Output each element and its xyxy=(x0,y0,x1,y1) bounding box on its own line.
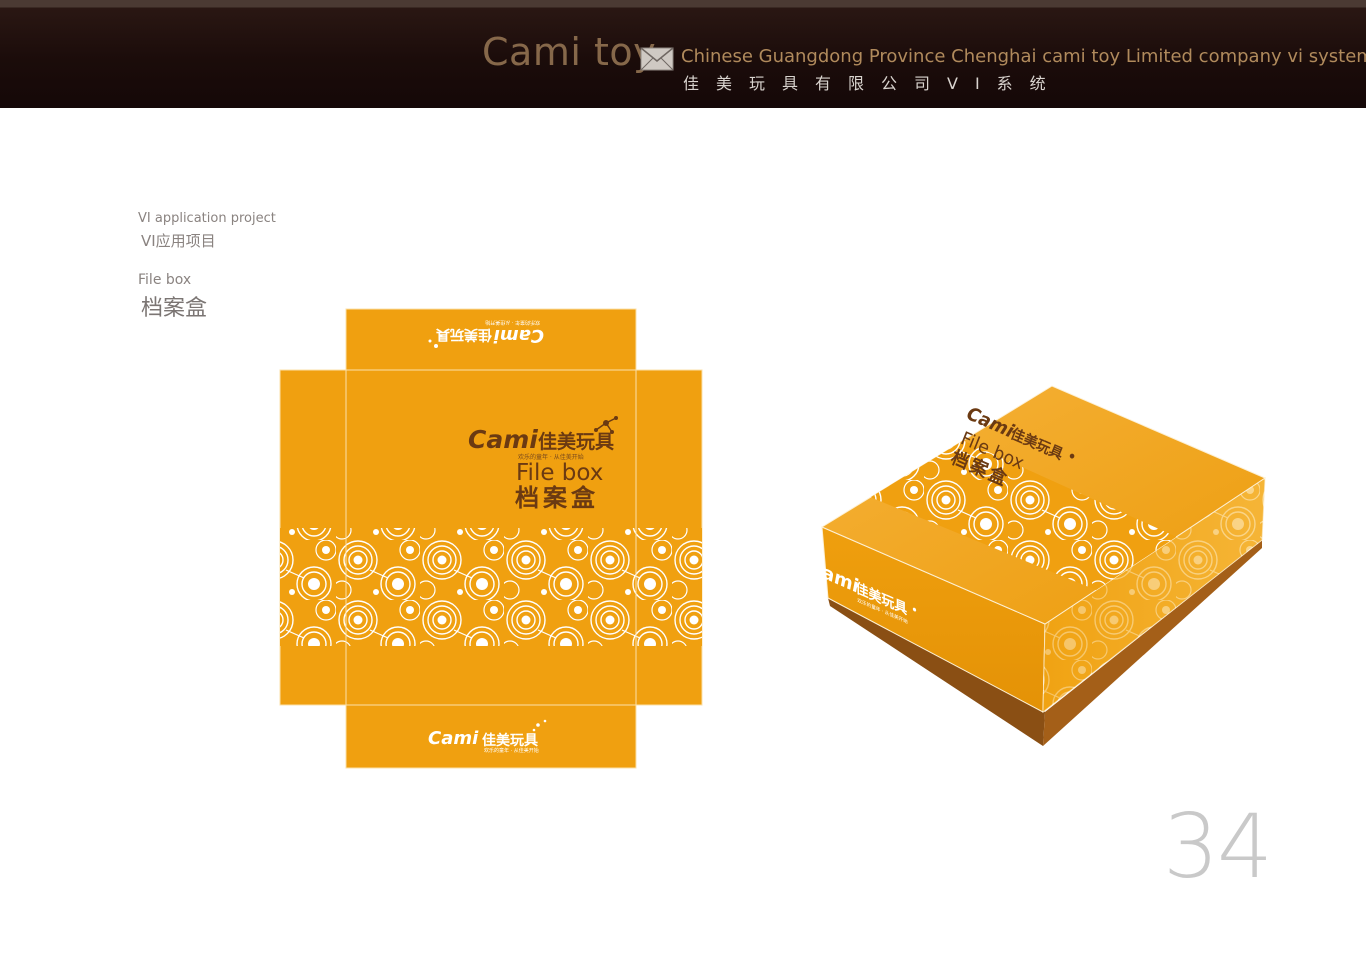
file-box-artwork: Cami 佳美玩具 欢乐的童年 · 从佳美开始 Cami 佳美玩具 欢乐的童年 … xyxy=(279,308,1267,769)
page-number: 34 xyxy=(1163,795,1273,898)
logo-word: Cami xyxy=(493,325,544,346)
logo-word: Cami xyxy=(468,425,538,454)
box-title-en: File box xyxy=(516,460,603,486)
ring-pattern-band xyxy=(280,528,702,646)
logo-tagline: 欢乐的童年 · 从佳美开始 xyxy=(485,319,540,326)
box-title-cn: 档案盒 xyxy=(515,484,599,512)
box-3d: Cami 佳美玩具 File box 档案盒 Cami 佳美玩具 欢乐的童年 ·… xyxy=(810,385,1267,746)
logo-tagline: 欢乐的童年 · 从佳美开始 xyxy=(484,747,539,754)
flat-net xyxy=(279,308,703,769)
logo-word: Cami xyxy=(428,728,479,749)
logo-cn: 佳美玩具 xyxy=(538,430,614,453)
logo-cn: 佳美玩具 xyxy=(436,326,492,343)
logo-cn: 佳美玩具 xyxy=(482,732,538,749)
